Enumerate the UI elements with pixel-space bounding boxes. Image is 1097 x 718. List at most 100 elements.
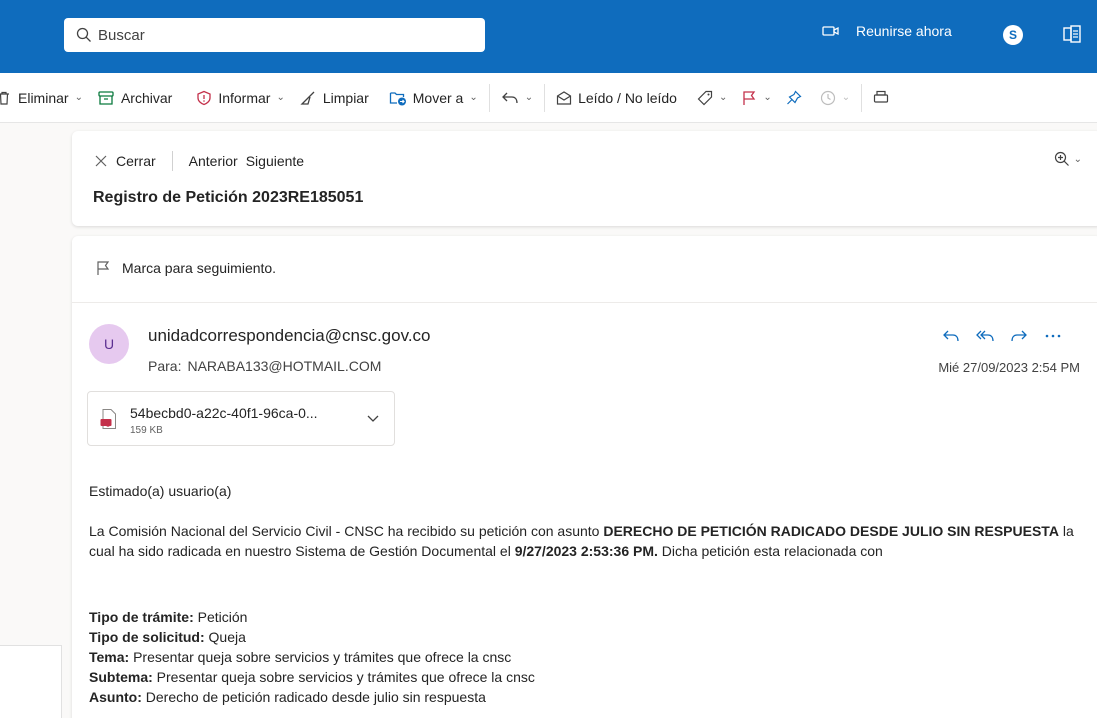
request-details: Tipo de trámite: Petición Tipo de solici…: [89, 607, 535, 707]
detail-value: Presentar queja sobre servicios y trámit…: [152, 669, 535, 685]
sender-address[interactable]: unidadcorrespondencia@cnsc.gov.co: [148, 326, 431, 346]
close-button[interactable]: Cerrar: [94, 153, 156, 169]
chevron-down-icon[interactable]: ⌄: [1074, 154, 1082, 165]
print-button[interactable]: [866, 82, 896, 114]
chevron-down-icon[interactable]: ⌄: [276, 92, 284, 103]
previous-button[interactable]: Anterior: [189, 153, 238, 169]
archive-label: Archivar: [120, 89, 173, 106]
skype-icon[interactable]: S: [1003, 25, 1023, 45]
follow-up-label: Marca para seguimiento.: [122, 260, 277, 276]
folder-move-icon: [389, 91, 406, 105]
detail-row: Subtema: Presentar queja sobre servicios…: [89, 667, 535, 687]
shield-warning-icon: [197, 90, 211, 105]
detail-label: Asunto:: [89, 689, 142, 705]
avatar[interactable]: U: [89, 324, 129, 364]
forward-button[interactable]: [1002, 329, 1036, 343]
close-label: Cerrar: [116, 153, 156, 169]
recipient-address[interactable]: NARABA133@HOTMAIL.COM: [187, 358, 381, 374]
detail-label: Tipo de solicitud:: [89, 629, 205, 645]
message-card: Marca para seguimiento. U unidadcorrespo…: [72, 236, 1097, 718]
forward-icon: [1011, 330, 1027, 342]
email-subject: Registro de Petición 2023RE185051: [93, 189, 364, 206]
to-label: Para:: [148, 358, 182, 374]
tag-button[interactable]: ⌄: [690, 82, 734, 114]
sweep-button[interactable]: Limpiar: [292, 82, 376, 114]
flag-button[interactable]: ⌄: [734, 82, 778, 114]
read-unread-button[interactable]: Leído / No leído: [549, 82, 684, 114]
detail-value: Presentar queja sobre servicios y trámit…: [129, 649, 512, 665]
video-camera-icon: [822, 26, 839, 36]
envelope-open-icon: [557, 90, 572, 105]
flag-icon: [743, 90, 756, 105]
divider: [72, 302, 1097, 303]
delete-button[interactable]: Eliminar ⌄: [0, 82, 90, 114]
body-bold-date: 9/27/2023 2:53:36 PM.: [514, 543, 658, 559]
attachment-size: 159 KB: [130, 425, 163, 436]
detail-label: Tema:: [89, 649, 130, 665]
flag-outline-icon: [97, 261, 110, 275]
tag-icon: [697, 90, 713, 105]
follow-up-flag-row[interactable]: Marca para seguimiento.: [96, 260, 276, 276]
chevron-down-icon[interactable]: ⌄: [763, 92, 771, 103]
more-options-button[interactable]: [1036, 334, 1070, 338]
meet-now-button[interactable]: Reunirse ahora: [822, 23, 952, 39]
detail-label: Tipo de trámite:: [89, 609, 194, 625]
trash-icon: [0, 91, 9, 105]
archive-button[interactable]: Archivar: [90, 82, 179, 114]
report-label: Informar: [218, 89, 271, 106]
command-toolbar: Eliminar ⌄ Archivar Informar ⌄ Limpiar M…: [0, 73, 1097, 123]
body-text: La Comisión Nacional del Servicio Civil …: [89, 523, 604, 539]
move-to-button[interactable]: Mover a ⌄: [382, 82, 485, 114]
received-date: Mié 27/09/2023 2:54 PM: [938, 360, 1080, 375]
reading-pane-header: Cerrar Anterior Siguiente Registro de Pe…: [72, 131, 1097, 226]
meet-now-label: Reunirse ahora: [856, 23, 952, 39]
archive-icon: [98, 90, 114, 105]
toolbar-divider: [544, 83, 546, 112]
chevron-down-icon[interactable]: ⌄: [719, 92, 727, 103]
detail-row: Tema: Presentar queja sobre servicios y …: [89, 647, 535, 667]
clock-icon: [820, 90, 835, 105]
chevron-down-icon[interactable]: ⌄: [525, 92, 533, 103]
toolbar-divider: [488, 83, 490, 112]
body-text: Dicha petición esta relacionada con: [657, 543, 883, 559]
greeting: Estimado(a) usuario(a): [89, 483, 232, 499]
chevron-down-icon[interactable]: ⌄: [842, 92, 850, 103]
zoom-in-icon: [1054, 151, 1069, 166]
zoom-button[interactable]: ⌄: [1054, 151, 1082, 167]
reply-icon: [943, 330, 959, 342]
snooze-button[interactable]: ⌄: [813, 82, 857, 114]
more-icon: [1045, 334, 1061, 338]
attachment-name: 54becbd0-a22c-40f1-96ca-0...: [130, 405, 318, 421]
top-bar: Buscar Reunirse ahora S: [0, 0, 1097, 73]
pin-button[interactable]: [779, 82, 809, 114]
office-apps-icon[interactable]: [1063, 25, 1081, 43]
folder-pane-fragment: [0, 645, 62, 718]
chevron-down-icon[interactable]: ⌄: [469, 92, 477, 103]
message-actions: [934, 329, 1070, 343]
body-bold-subject: DERECHO DE PETICIÓN RADICADO DESDE JULIO…: [603, 523, 1059, 539]
reply-button[interactable]: [934, 329, 968, 343]
chevron-down-icon[interactable]: ⌄: [75, 92, 83, 103]
reply-all-button[interactable]: [968, 329, 1002, 343]
detail-value: Queja: [204, 629, 246, 645]
attachment-card[interactable]: 54becbd0-a22c-40f1-96ca-0... 159 KB: [87, 391, 395, 446]
pin-icon: [786, 89, 802, 104]
read-unread-label: Leído / No leído: [578, 89, 677, 106]
reply-dropdown-button[interactable]: ⌄: [494, 82, 540, 114]
detail-row: Asunto: Derecho de petición radicado des…: [89, 687, 535, 707]
detail-label: Subtema:: [89, 669, 153, 685]
reply-icon: [501, 92, 518, 103]
detail-row: Tipo de solicitud: Queja: [89, 627, 535, 647]
detail-value: Petición: [193, 609, 248, 625]
printer-icon: [874, 90, 889, 103]
search-input[interactable]: Buscar: [64, 18, 485, 52]
report-button[interactable]: Informar ⌄: [189, 82, 292, 114]
next-button[interactable]: Siguiente: [246, 153, 304, 169]
search-icon: [76, 27, 91, 42]
move-to-label: Mover a: [412, 89, 464, 106]
detail-row: Tipo de trámite: Petición: [89, 607, 535, 627]
search-placeholder: Buscar: [98, 26, 145, 44]
recipient-line: Para: NARABA133@HOTMAIL.COM: [148, 358, 381, 374]
broom-icon: [300, 91, 315, 105]
chevron-down-icon[interactable]: [366, 414, 380, 424]
